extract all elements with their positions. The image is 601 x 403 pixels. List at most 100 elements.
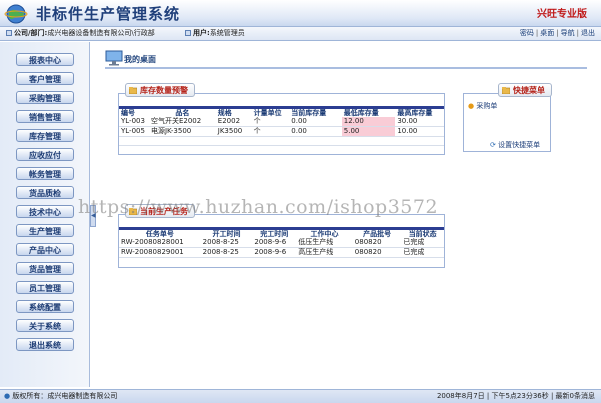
user-info: 用户:系统管理员	[185, 27, 245, 40]
bullet-icon: ●	[468, 102, 475, 110]
stock-warning-table: 编号 品名 规格 计量单位 当前库存量 最低库存量 最高库存量 YL-003 空…	[119, 109, 444, 146]
cell-name: 空气开关E2002	[148, 117, 216, 127]
column-header: 品名	[148, 109, 216, 117]
sidebar: 报表中心 客户管理 采购管理 销售管理 库存管理 应收应付 帐务管理 货品质检 …	[0, 42, 90, 387]
nav-goods[interactable]: 货品管理	[16, 262, 74, 275]
cell-min: 5.00	[341, 126, 396, 137]
settings-label: 设置快捷菜单	[498, 141, 541, 149]
production-task-panel: 当前生产任务 任务单号 开工时间 完工时间 工作中心 产品批号 当前状态 RW-…	[118, 204, 445, 268]
stock-warning-panel: 库存数量预警 编号 品名 规格 计量单位 当前库存量 最低库存量 最高库存量 Y…	[118, 83, 445, 155]
info-icon: ●	[4, 392, 11, 400]
table-row[interactable]: YL-003 空气开关E2002 E2002 个 0.00 12.00 30.0…	[119, 117, 444, 127]
company-value: 成兴电器设备制造有限公司\行政部	[47, 29, 155, 37]
cell-code: YL-005	[119, 126, 149, 137]
cell-task-no: RW-20080829001	[119, 247, 201, 258]
main-content: 我的桌面 库存数量预警 编号 品名 规格 计量单位 当前库存量 最低库存量 最高…	[97, 42, 601, 387]
column-header: 产品批号	[352, 230, 402, 238]
cell-max: 30.00	[395, 117, 444, 127]
folder-icon	[129, 87, 137, 94]
column-header: 计量单位	[251, 109, 290, 117]
desktop-link[interactable]: 桌面	[540, 29, 554, 37]
nav-customer[interactable]: 客户管理	[16, 72, 74, 85]
production-task-title: 当前生产任务	[140, 206, 188, 216]
company-icon	[6, 30, 12, 36]
cell-code: YL-003	[119, 117, 149, 127]
cell-start: 2008-8-25	[200, 238, 253, 248]
quick-menu-settings-link[interactable]: ⟳ 设置快捷菜单	[490, 140, 540, 150]
nav-accounts[interactable]: 帐务管理	[16, 167, 74, 180]
column-header: 最高库存量	[395, 109, 444, 117]
cell-batch: 080820	[352, 247, 402, 258]
cell-current: 0.00	[289, 126, 342, 137]
nav-config[interactable]: 系统配置	[16, 300, 74, 313]
chevron-left-icon: ◀	[91, 212, 96, 219]
cell-max: 10.00	[395, 126, 444, 137]
column-header: 工作中心	[296, 230, 353, 238]
title-divider	[105, 67, 587, 69]
nav-purchase[interactable]: 采购管理	[16, 91, 74, 104]
nav-report-center[interactable]: 报表中心	[16, 53, 74, 66]
status-copyright: ● 版权所有：成兴电器制造有限公司	[4, 390, 117, 403]
column-header: 任务单号	[119, 230, 201, 238]
cell-min: 12.00	[341, 117, 396, 127]
cell-finish: 2008-9-6	[252, 238, 297, 248]
cell-work-center: 低压生产线	[296, 238, 353, 248]
quick-menu-tag: 快捷菜单	[498, 83, 552, 97]
column-header: 最低库存量	[341, 109, 396, 117]
refresh-icon: ⟳	[490, 141, 496, 149]
nav-receivables[interactable]: 应收应付	[16, 148, 74, 161]
table-header-row: 任务单号 开工时间 完工时间 工作中心 产品批号 当前状态	[119, 230, 444, 238]
nav-exit[interactable]: 退出系统	[16, 338, 74, 351]
user-value: 系统管理员	[209, 29, 245, 37]
user-icon	[185, 30, 191, 36]
nav-about[interactable]: 关于系统	[16, 319, 74, 332]
nav-sales[interactable]: 销售管理	[16, 110, 74, 123]
stock-warning-tag: 库存数量预警	[125, 83, 195, 97]
table-row[interactable]: YL-005 电源JK-3500 JK3500 个 0.00 5.00 10.0…	[119, 126, 444, 137]
cell-spec: JK3500	[215, 126, 252, 137]
cell-start: 2008-8-25	[200, 247, 253, 258]
app-title: 非标件生产管理系统	[36, 5, 181, 23]
nav-inventory[interactable]: 库存管理	[16, 129, 74, 142]
cell-name: 电源JK-3500	[148, 126, 216, 137]
info-bar: 公司/部门:成兴电器设备制造有限公司\行政部 用户:系统管理员 密码 | 桌面 | 导航…	[0, 27, 601, 41]
logout-link[interactable]: 退出	[581, 29, 595, 37]
column-header: 规格	[215, 109, 252, 117]
password-link[interactable]: 密码	[520, 29, 534, 37]
production-task-tag: 当前生产任务	[125, 204, 195, 218]
cell-finish: 2008-9-6	[252, 247, 297, 258]
quick-menu-title: 快捷菜单	[513, 85, 545, 95]
cell-work-center: 高压生产线	[296, 247, 353, 258]
quick-item-purchase-order[interactable]: ● 采购单	[468, 101, 497, 111]
app-header: 非标件生产管理系统 兴旺专业版	[0, 0, 601, 27]
nav-product[interactable]: 产品中心	[16, 243, 74, 256]
nav-quality[interactable]: 货品质检	[16, 186, 74, 199]
folder-icon	[502, 87, 510, 94]
company-info: 公司/部门:成兴电器设备制造有限公司\行政部	[6, 27, 155, 40]
status-bar: ● 版权所有：成兴电器制造有限公司 2008年8月7日 | 下午5点23分36秒…	[0, 389, 601, 403]
stock-warning-title: 库存数量预警	[140, 85, 188, 95]
nav-tech[interactable]: 技术中心	[16, 205, 74, 218]
cell-status: 已完成	[401, 247, 444, 258]
globe-logo-icon	[4, 4, 28, 24]
table-row-empty	[119, 136, 444, 146]
company-label: 公司/部门:	[14, 29, 48, 37]
page-title: 我的桌面	[124, 54, 156, 64]
quick-item-label: 采购单	[476, 102, 498, 110]
nav-production[interactable]: 生产管理	[16, 224, 74, 237]
column-header: 开工时间	[200, 230, 253, 238]
sidebar-collapse-handle[interactable]: ◀	[90, 205, 96, 227]
quick-menu-panel: 快捷菜单 ● 采购单 ⟳ 设置快捷菜单	[463, 83, 552, 152]
cell-current: 0.00	[289, 117, 342, 127]
top-links: 密码 | 桌面 | 导航 | 退出	[519, 29, 595, 37]
table-header-row: 编号 品名 规格 计量单位 当前库存量 最低库存量 最高库存量	[119, 109, 444, 117]
column-header: 当前状态	[401, 230, 444, 238]
navigation-link[interactable]: 导航	[561, 29, 575, 37]
nav-staff[interactable]: 员工管理	[16, 281, 74, 294]
folder-icon	[129, 208, 137, 215]
column-header: 完工时间	[252, 230, 297, 238]
table-row[interactable]: RW-20080829001 2008-8-25 2008-9-6 高压生产线 …	[119, 247, 444, 258]
cell-batch: 080820	[352, 238, 402, 248]
table-row[interactable]: RW-20080828001 2008-8-25 2008-9-6 低压生产线 …	[119, 238, 444, 248]
column-header: 当前库存量	[289, 109, 342, 117]
